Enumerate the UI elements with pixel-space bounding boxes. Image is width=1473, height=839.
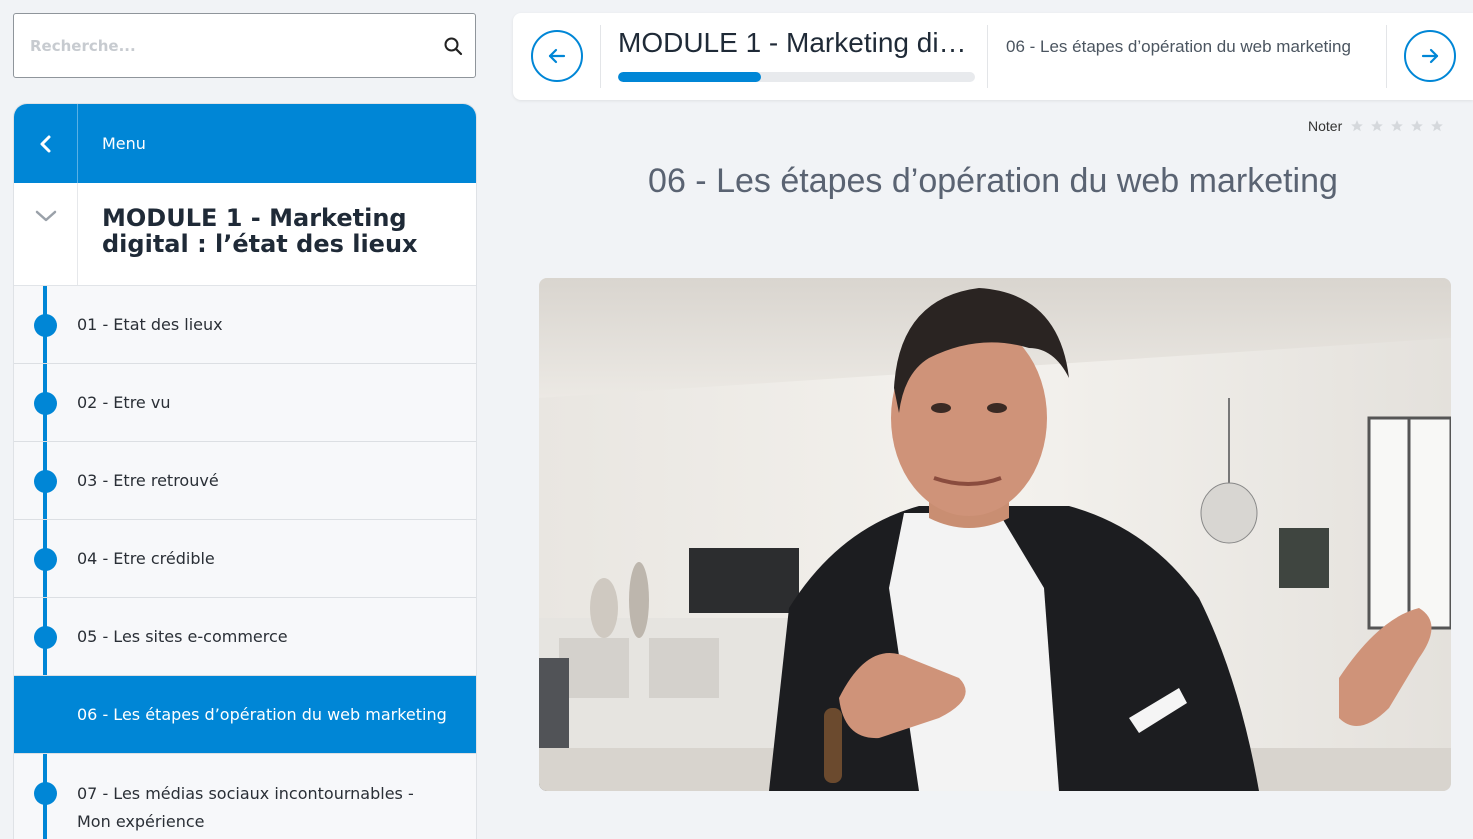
star-icon[interactable]: [1390, 119, 1404, 133]
star-icon[interactable]: [1430, 119, 1444, 133]
lesson-label: 01 - Etat des lieux: [77, 315, 223, 334]
lesson-label: 02 - Etre vu: [77, 393, 171, 412]
star-icon[interactable]: [1410, 119, 1424, 133]
rating-label: Noter: [1308, 118, 1343, 134]
module-progress-bar: [618, 72, 975, 82]
lesson-label: 05 - Les sites e-commerce: [77, 627, 288, 646]
video-frame: [539, 278, 1451, 791]
search-icon[interactable]: [443, 36, 463, 56]
lesson-dot: [34, 548, 57, 571]
arrow-right-icon: [1421, 48, 1439, 64]
lesson-label: 06 - Les étapes d’opération du web marke…: [77, 705, 447, 724]
lesson-list: 01 - Etat des lieux 02 - Etre vu 03 - Et…: [14, 286, 476, 839]
lesson-dot: [34, 392, 57, 415]
divider: [600, 25, 601, 88]
divider: [987, 25, 988, 88]
lesson-item-05[interactable]: 05 - Les sites e-commerce: [14, 598, 476, 676]
menu-back-button[interactable]: [14, 104, 78, 183]
lesson-dot: [34, 470, 57, 493]
video-player[interactable]: [539, 278, 1451, 791]
module-collapse-toggle[interactable]: [14, 183, 78, 285]
lesson-item-06-active[interactable]: 06 - Les étapes d’opération du web marke…: [14, 676, 476, 754]
module-header[interactable]: MODULE 1 - Marketing digital : l’état de…: [14, 183, 476, 286]
chevron-down-icon: [35, 210, 56, 222]
progress-fill: [618, 72, 761, 82]
lesson-item-02[interactable]: 02 - Etre vu: [14, 364, 476, 442]
lesson-label: 03 - Etre retrouvé: [77, 471, 219, 490]
lesson-title: 06 - Les étapes d’opération du web marke…: [648, 162, 1338, 200]
menu-header: Menu: [14, 104, 476, 183]
lesson-dot: [34, 626, 57, 649]
current-lesson-name: 06 - Les étapes d’opération du web marke…: [1006, 37, 1351, 56]
search-input[interactable]: [14, 14, 475, 77]
chevron-left-icon: [40, 135, 50, 152]
star-icon[interactable]: [1350, 119, 1364, 133]
lesson-dot: [34, 314, 57, 337]
lesson-item-07[interactable]: 07 - Les médias sociaux incontournables …: [14, 754, 476, 839]
lesson-item-04[interactable]: 04 - Etre crédible: [14, 520, 476, 598]
lesson-label: 07 - Les médias sociaux incontournables …: [77, 784, 414, 831]
star-icon[interactable]: [1370, 119, 1384, 133]
module-title: MODULE 1 - Marketing digital : l’état de…: [102, 204, 418, 258]
previous-lesson-button[interactable]: [531, 30, 583, 82]
lesson-item-01[interactable]: 01 - Etat des lieux: [14, 286, 476, 364]
next-lesson-button[interactable]: [1404, 30, 1456, 82]
menu-label: Menu: [102, 134, 146, 153]
lesson-item-03[interactable]: 03 - Etre retrouvé: [14, 442, 476, 520]
divider: [1386, 25, 1387, 88]
module-name: MODULE 1 - Marketing digital : l’état de…: [618, 27, 975, 58]
rating-widget: Noter: [1308, 118, 1444, 134]
lesson-navigation-bar: MODULE 1 - Marketing digital : l’état de…: [513, 13, 1473, 100]
lesson-label: 04 - Etre crédible: [77, 549, 215, 568]
lesson-dot: [34, 782, 57, 805]
arrow-left-icon: [548, 48, 566, 64]
search-box[interactable]: [13, 13, 476, 78]
course-sidebar: Menu MODULE 1 - Marketing digital : l’ét…: [13, 103, 477, 839]
